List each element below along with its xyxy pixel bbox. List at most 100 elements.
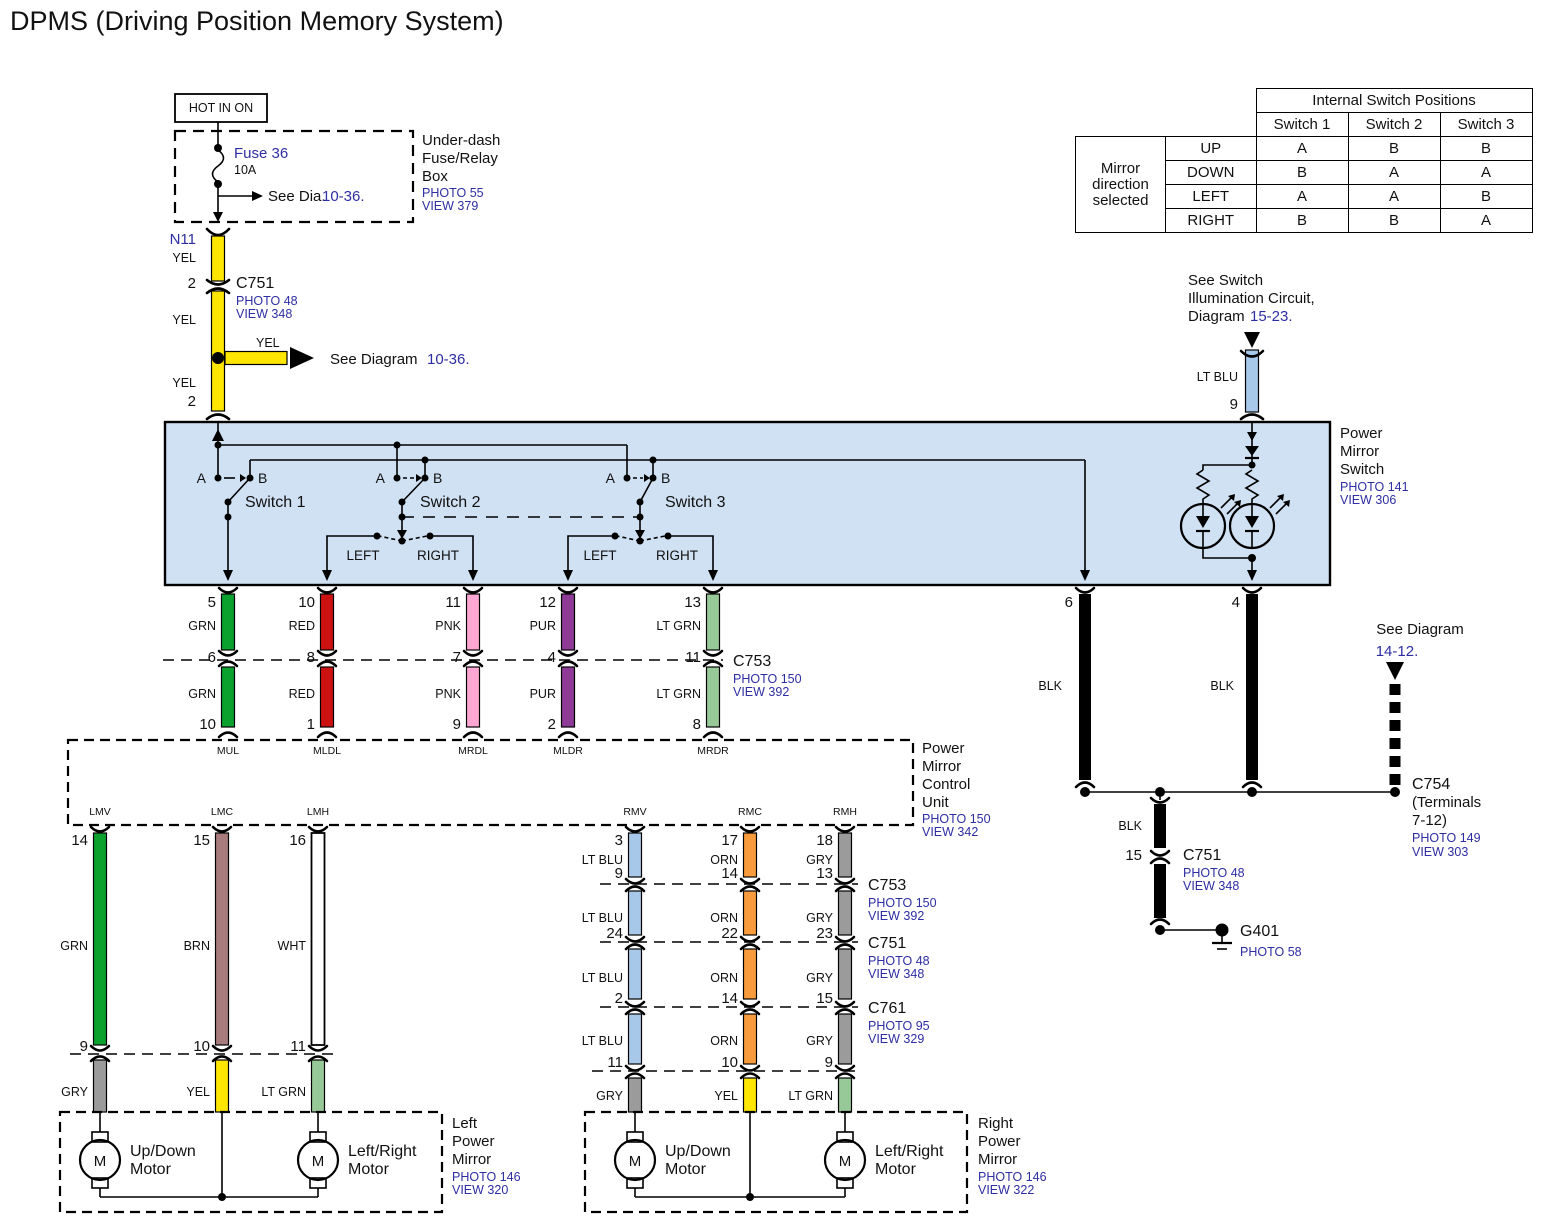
see-dia-ref[interactable]: 10-36. bbox=[322, 188, 365, 205]
pin-10: 10 bbox=[199, 716, 216, 733]
c761-view-ref[interactable]: VIEW 329 bbox=[868, 1032, 924, 1046]
wire-ltgrn-lower bbox=[707, 667, 720, 727]
connector-c751: C751 bbox=[236, 275, 274, 292]
g401-photo-ref[interactable]: PHOTO 58 bbox=[1240, 945, 1302, 959]
c753-photo-ref[interactable]: PHOTO 150 bbox=[733, 672, 802, 686]
wire-yel-lmc bbox=[216, 1060, 229, 1112]
motor-m-label: M bbox=[839, 1153, 852, 1170]
wire-label-gry: GRY bbox=[806, 1034, 834, 1048]
fuse-box: HOT IN ON Fuse 36 10A See Dia. 10-36. Un… bbox=[175, 94, 500, 222]
branch-see-ref[interactable]: 10-36. bbox=[427, 351, 470, 368]
wire-label-orn: ORN bbox=[710, 971, 738, 985]
hot-in-on-label: HOT IN ON bbox=[189, 101, 253, 115]
fusebox-photo-ref[interactable]: PHOTO 55 bbox=[422, 186, 484, 200]
node-n11: N11 bbox=[170, 231, 196, 248]
switch-name-1: Power bbox=[1340, 425, 1383, 442]
pin-8: 8 bbox=[307, 649, 315, 666]
wire-label-orn: ORN bbox=[710, 911, 738, 925]
wire-label-ltgrn: LT GRN bbox=[261, 1085, 306, 1099]
power-mirror-control-unit: MUL MLDL MRDL MLDR MRDR LMV LMC LMH RMV … bbox=[68, 740, 991, 839]
c754-photo-ref[interactable]: PHOTO 149 bbox=[1412, 831, 1481, 845]
cu-photo-ref[interactable]: PHOTO 150 bbox=[922, 812, 991, 826]
wire-yel-2 bbox=[212, 291, 225, 411]
illum-see-ref[interactable]: 15-23. bbox=[1250, 308, 1293, 325]
pin-9: 9 bbox=[453, 716, 461, 733]
signal-mldr: MLDR bbox=[553, 745, 583, 757]
pin-22: 22 bbox=[721, 925, 738, 942]
c751-view-ref[interactable]: VIEW 348 bbox=[1183, 879, 1239, 893]
fusebox-view-ref[interactable]: VIEW 379 bbox=[422, 199, 478, 213]
wire-chain-rmc: 17 ORN 14 ORN 22 ORN 14 ORN 10 YEL bbox=[710, 827, 759, 1112]
c753-view-ref[interactable]: VIEW 392 bbox=[868, 909, 924, 923]
wire-label-yel: YEL bbox=[172, 251, 196, 265]
updown-motor-label: Up/Down bbox=[130, 1143, 196, 1160]
fusebox-name-1: Under-dash bbox=[422, 132, 500, 149]
c751-view-ref[interactable]: VIEW 348 bbox=[236, 307, 292, 321]
c753-view-ref[interactable]: VIEW 392 bbox=[733, 685, 789, 699]
pin-8: 8 bbox=[693, 716, 701, 733]
wire-label-gry: GRY bbox=[806, 911, 834, 925]
c753-photo-ref[interactable]: PHOTO 150 bbox=[868, 896, 937, 910]
wire-label-blk: BLK bbox=[1038, 679, 1062, 693]
wire-blk-g2 bbox=[1154, 864, 1166, 918]
wire-label-yel: YEL bbox=[172, 376, 196, 390]
switch-view-ref[interactable]: VIEW 306 bbox=[1340, 493, 1396, 507]
cu-view-ref[interactable]: VIEW 342 bbox=[922, 825, 978, 839]
fuse-label[interactable]: Fuse 36 bbox=[234, 145, 288, 162]
pin-2-top: 2 bbox=[188, 275, 196, 292]
leftright-motor-label: Left/Right bbox=[348, 1143, 417, 1160]
signal-mul: MUL bbox=[217, 745, 239, 757]
wire-label-orn: ORN bbox=[710, 1034, 738, 1048]
wire-label-red: RED bbox=[289, 619, 315, 633]
pin-11: 11 bbox=[685, 649, 701, 666]
selector-left-label: LEFT bbox=[583, 548, 616, 563]
contact-a-label: A bbox=[376, 470, 386, 486]
rm-photo-ref[interactable]: PHOTO 146 bbox=[978, 1170, 1047, 1184]
connector-c761: C761 bbox=[868, 1000, 906, 1017]
c754-view-ref[interactable]: VIEW 303 bbox=[1412, 845, 1468, 859]
pin-14: 14 bbox=[721, 990, 738, 1007]
connector-c754: C754 bbox=[1412, 776, 1450, 793]
down-arrow-icon bbox=[1386, 662, 1404, 680]
switch-3-label: Switch 3 bbox=[665, 494, 726, 511]
switch-output-wires: 5 GRN 6 GRN 10 10 RED 8 RED 1 11 PNK 7 P… bbox=[163, 588, 802, 737]
wire-label-grn: GRN bbox=[60, 939, 88, 953]
c751-photo-ref[interactable]: PHOTO 48 bbox=[868, 954, 930, 968]
switch-photo-ref[interactable]: PHOTO 141 bbox=[1340, 480, 1409, 494]
pin-4: 4 bbox=[548, 649, 556, 666]
wire-label-ltblu: LT BLU bbox=[582, 911, 623, 925]
c754-terminals-1: (Terminals bbox=[1412, 794, 1481, 811]
c751-view-ref[interactable]: VIEW 348 bbox=[868, 967, 924, 981]
wire-label-ltblu: LT BLU bbox=[582, 971, 623, 985]
left-power-mirror: M M Up/Down Motor Left/Right Motor Left … bbox=[60, 1112, 521, 1212]
lm-photo-ref[interactable]: PHOTO 146 bbox=[452, 1170, 521, 1184]
c761-photo-ref[interactable]: PHOTO 95 bbox=[868, 1019, 930, 1033]
pin-15: 15 bbox=[193, 832, 210, 849]
see-dia-arrow-icon bbox=[252, 191, 263, 201]
cu-name-3: Control bbox=[922, 776, 970, 793]
wiring-diagram-page: DPMS (Driving Position Memory System) In… bbox=[0, 0, 1542, 1230]
down-arrow-icon bbox=[1244, 332, 1260, 348]
wire-label-brn: BRN bbox=[184, 939, 210, 953]
pin-13: 13 bbox=[816, 865, 833, 882]
c751-photo-ref[interactable]: PHOTO 48 bbox=[1183, 866, 1245, 880]
pin-9: 9 bbox=[825, 1054, 833, 1071]
pin-9: 9 bbox=[615, 865, 623, 882]
wire-label-ltblu: LT BLU bbox=[582, 1034, 623, 1048]
wire-gry-lmv bbox=[94, 1060, 107, 1112]
pin-2-bottom: 2 bbox=[188, 393, 196, 410]
pin-9: 9 bbox=[80, 1038, 88, 1055]
lm-view-ref[interactable]: VIEW 320 bbox=[452, 1183, 508, 1197]
wire-blk-pin4 bbox=[1246, 594, 1258, 780]
see-diagram-ref[interactable]: 14-12. bbox=[1376, 643, 1419, 660]
pin-1: 1 bbox=[307, 716, 315, 733]
selector-left-label: LEFT bbox=[346, 548, 379, 563]
wire-label-yel: YEL bbox=[256, 336, 280, 350]
wire-label-blk: BLK bbox=[1118, 819, 1142, 833]
signal-lmh: LMH bbox=[307, 806, 329, 818]
c751-photo-ref[interactable]: PHOTO 48 bbox=[236, 294, 298, 308]
rm-view-ref[interactable]: VIEW 322 bbox=[978, 1183, 1034, 1197]
motor-m-label: M bbox=[312, 1153, 325, 1170]
pin-14: 14 bbox=[71, 832, 88, 849]
pin-13: 13 bbox=[684, 594, 701, 611]
